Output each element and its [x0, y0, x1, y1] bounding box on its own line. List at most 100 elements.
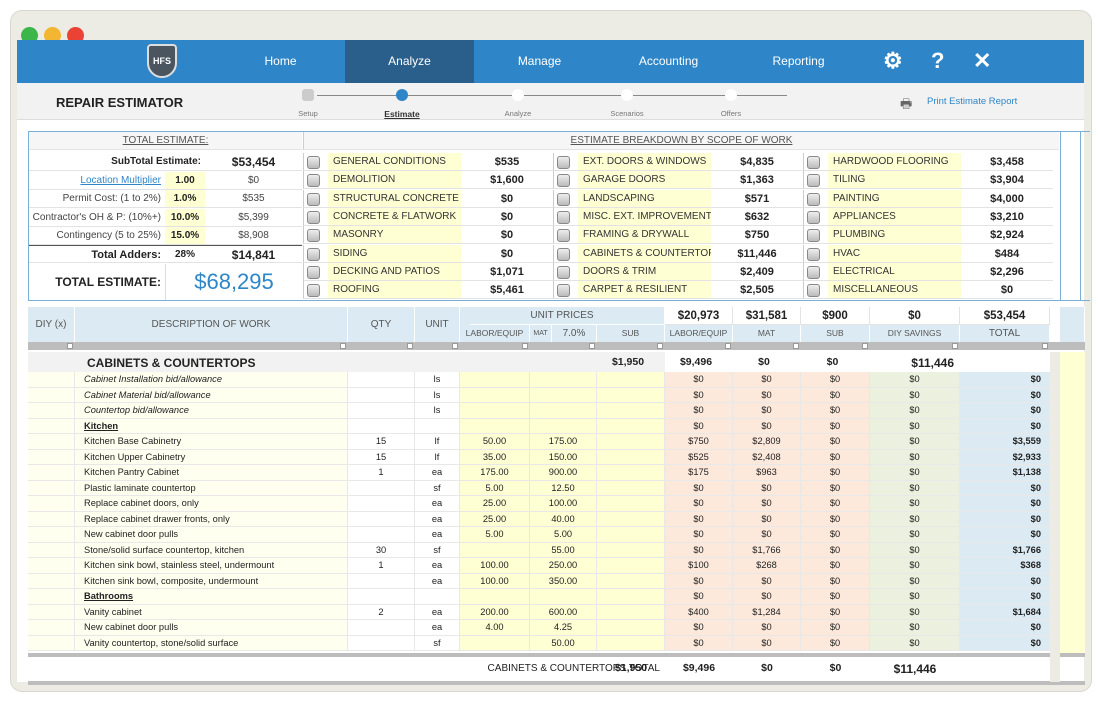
- mat-markup-input[interactable]: 7.0%: [552, 325, 597, 342]
- unit-price-cell[interactable]: 35.00: [460, 449, 530, 465]
- unit-cell[interactable]: [415, 418, 460, 434]
- help-icon[interactable]: ?: [931, 48, 944, 74]
- location-multiplier-link[interactable]: Location Multiplier: [29, 172, 165, 190]
- filter-dropdown-icon[interactable]: [452, 343, 458, 349]
- unit-price-cell[interactable]: 5.00: [460, 527, 530, 543]
- unit-price-cell[interactable]: 55.00: [530, 542, 597, 558]
- diy-cell[interactable]: [28, 620, 75, 636]
- qty-cell[interactable]: [348, 527, 415, 543]
- step-analyze[interactable]: Analyze: [505, 109, 532, 118]
- filter-dropdown-icon[interactable]: [1042, 343, 1048, 349]
- diy-cell[interactable]: [28, 403, 75, 419]
- unit-price-cell[interactable]: 350.00: [530, 573, 597, 589]
- description-cell[interactable]: Cabinet Material bid/allowance: [75, 387, 348, 403]
- unit-price-cell[interactable]: [530, 403, 597, 419]
- step-estimate[interactable]: Estimate: [384, 109, 419, 119]
- unit-price-cell[interactable]: [460, 418, 530, 434]
- tab-home[interactable]: Home: [216, 40, 345, 83]
- qty-cell[interactable]: [348, 480, 415, 496]
- scope-checkbox[interactable]: [557, 210, 570, 224]
- qty-cell[interactable]: [348, 418, 415, 434]
- step-offers[interactable]: Offers: [721, 109, 741, 118]
- scope-checkbox[interactable]: [557, 247, 570, 261]
- scope-checkbox[interactable]: [307, 265, 320, 279]
- unit-price-cell[interactable]: 5.00: [530, 527, 597, 543]
- diy-cell[interactable]: [28, 604, 75, 620]
- description-cell[interactable]: Stone/solid surface countertop, kitchen: [75, 542, 348, 558]
- unit-cell[interactable]: lf: [415, 434, 460, 450]
- unit-cell[interactable]: [415, 589, 460, 605]
- description-cell[interactable]: Bathrooms: [75, 589, 348, 605]
- unit-price-cell[interactable]: 100.00: [460, 573, 530, 589]
- unit-price-cell[interactable]: 175.00: [530, 434, 597, 450]
- description-cell[interactable]: Replace cabinet doors, only: [75, 496, 348, 512]
- unit-price-cell[interactable]: 175.00: [460, 465, 530, 481]
- scope-checkbox[interactable]: [807, 174, 820, 188]
- unit-price-cell[interactable]: [530, 372, 597, 388]
- qty-cell[interactable]: [348, 496, 415, 512]
- scope-checkbox[interactable]: [807, 247, 820, 261]
- diy-cell[interactable]: [28, 542, 75, 558]
- scope-checkbox[interactable]: [307, 284, 320, 298]
- scope-checkbox[interactable]: [557, 229, 570, 243]
- unit-price-cell[interactable]: 600.00: [530, 604, 597, 620]
- diy-cell[interactable]: [28, 635, 75, 651]
- close-icon[interactable]: ✕: [973, 48, 991, 74]
- tab-accounting[interactable]: Accounting: [604, 40, 733, 83]
- unit-cell[interactable]: ls: [415, 403, 460, 419]
- unit-price-cell[interactable]: 50.00: [530, 635, 597, 651]
- qty-cell[interactable]: [348, 403, 415, 419]
- print-estimate-report-link[interactable]: Print Estimate Report: [927, 96, 1017, 107]
- description-cell[interactable]: Cabinet Installation bid/allowance: [75, 372, 348, 388]
- unit-price-cell[interactable]: 4.25: [530, 620, 597, 636]
- unit-price-cell[interactable]: [597, 635, 665, 651]
- qty-cell[interactable]: [348, 589, 415, 605]
- scope-checkbox[interactable]: [807, 284, 820, 298]
- description-cell[interactable]: Kitchen Pantry Cabinet: [75, 465, 348, 481]
- unit-price-cell[interactable]: 100.00: [460, 558, 530, 574]
- qty-cell[interactable]: 15: [348, 449, 415, 465]
- qty-cell[interactable]: [348, 635, 415, 651]
- step-dot-estimate[interactable]: [396, 89, 408, 101]
- diy-cell[interactable]: [28, 496, 75, 512]
- unit-price-cell[interactable]: [597, 558, 665, 574]
- unit-cell[interactable]: sf: [415, 542, 460, 558]
- description-cell[interactable]: Vanity countertop, stone/solid surface: [75, 635, 348, 651]
- unit-price-cell[interactable]: [597, 372, 665, 388]
- diy-cell[interactable]: [28, 589, 75, 605]
- scope-checkbox[interactable]: [807, 192, 820, 206]
- qty-cell[interactable]: 1: [348, 465, 415, 481]
- unit-price-cell[interactable]: [597, 511, 665, 527]
- unit-price-cell[interactable]: 12.50: [530, 480, 597, 496]
- qty-cell[interactable]: 30: [348, 542, 415, 558]
- unit-price-cell[interactable]: [597, 480, 665, 496]
- description-cell[interactable]: Replace cabinet drawer fronts, only: [75, 511, 348, 527]
- diy-cell[interactable]: [28, 465, 75, 481]
- unit-price-cell[interactable]: [597, 449, 665, 465]
- diy-cell[interactable]: [28, 527, 75, 543]
- description-cell[interactable]: Kitchen: [75, 418, 348, 434]
- vertical-scrollbar[interactable]: [1050, 352, 1060, 682]
- unit-cell[interactable]: ea: [415, 511, 460, 527]
- step-setup[interactable]: Setup: [298, 109, 318, 118]
- unit-price-cell[interactable]: [597, 418, 665, 434]
- qty-cell[interactable]: [348, 372, 415, 388]
- diy-cell[interactable]: [28, 480, 75, 496]
- unit-cell[interactable]: sf: [415, 480, 460, 496]
- qty-cell[interactable]: 1: [348, 558, 415, 574]
- scope-checkbox[interactable]: [557, 284, 570, 298]
- filter-dropdown-icon[interactable]: [862, 343, 868, 349]
- unit-price-cell[interactable]: 40.00: [530, 511, 597, 527]
- scope-checkbox[interactable]: [557, 265, 570, 279]
- unit-cell[interactable]: ea: [415, 558, 460, 574]
- unit-price-cell[interactable]: 25.00: [460, 511, 530, 527]
- step-dot-offers[interactable]: [725, 89, 737, 101]
- description-cell[interactable]: New cabinet door pulls: [75, 620, 348, 636]
- unit-price-cell[interactable]: 50.00: [460, 434, 530, 450]
- gear-icon[interactable]: ⚙: [883, 48, 903, 74]
- filter-dropdown-icon[interactable]: [793, 343, 799, 349]
- unit-price-cell[interactable]: 5.00: [460, 480, 530, 496]
- scope-checkbox[interactable]: [307, 156, 320, 169]
- scope-checkbox[interactable]: [557, 192, 570, 206]
- scope-checkbox[interactable]: [557, 174, 570, 188]
